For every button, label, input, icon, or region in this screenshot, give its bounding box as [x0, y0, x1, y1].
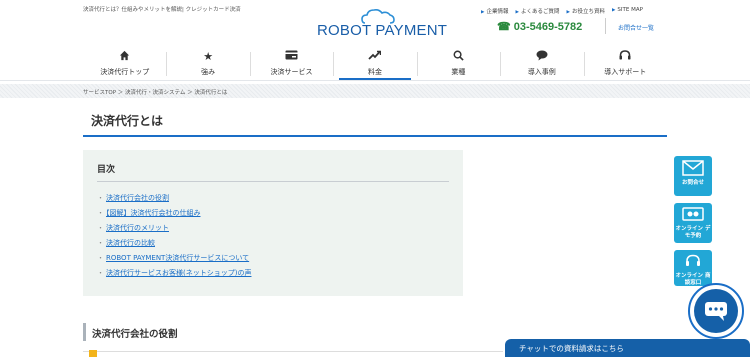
- top-link-company[interactable]: ▶ 企業情報: [481, 7, 508, 15]
- chart-trend-icon: [333, 50, 416, 64]
- logo-text: ROBOT PAYMENT: [317, 22, 448, 39]
- divider: [0, 80, 750, 81]
- toc-list: 決済代行会社の役割 【図解】決済代行会社の仕組み 決済代行のメリット 決済代行の…: [97, 191, 251, 281]
- list-item: 【図解】決済代行会社の仕組み: [97, 206, 251, 221]
- toc-link-voices[interactable]: 決済代行サービスお客様(ネットショップ)の声: [106, 269, 251, 277]
- breadcrumb: サービスTOP ＞ 決済代行・決済システム ＞ 決済代行とは: [83, 90, 228, 96]
- contact-side-button[interactable]: お問合せ: [674, 156, 712, 196]
- top-link-faq[interactable]: ▶ よくあるご質問: [515, 7, 559, 15]
- nav-item-support[interactable]: 導入サポート: [583, 48, 667, 80]
- top-link-resources[interactable]: ▶ お役立ち資料: [566, 7, 604, 15]
- nav-item-services[interactable]: 決済サービス: [249, 48, 333, 80]
- top-links: ▶ 企業情報 ▶ よくあるご質問 ▶ お役立ち資料 ▶ SITE MAP: [481, 7, 643, 15]
- list-item: 決済代行会社の役割: [97, 191, 251, 206]
- divider: [605, 18, 606, 34]
- chat-label: チャットでの資料請求はこちら: [519, 344, 624, 353]
- phone-number[interactable]: ☎ 03-5469-5782: [497, 20, 582, 33]
- page-title: 決済代行とは: [91, 114, 164, 128]
- phone-icon: ☎: [497, 21, 511, 33]
- search-icon: [417, 50, 500, 64]
- toc-link-merits[interactable]: 決済代行のメリット: [106, 224, 169, 232]
- chat-request-bar[interactable]: チャットでの資料請求はこちら: [505, 339, 750, 357]
- chat-icon: [694, 289, 738, 333]
- toc-link-comparison[interactable]: 決済代行の比較: [106, 239, 155, 247]
- top-link-sitemap[interactable]: ▶ SITE MAP: [612, 7, 643, 15]
- comment-icon: [500, 50, 583, 64]
- list-item: ROBOT PAYMENT決済代行サービスについて: [97, 251, 251, 266]
- list-item: 決済代行の比較: [97, 236, 251, 251]
- video-icon: [674, 207, 712, 226]
- nav-item-cases[interactable]: 導入事例: [500, 48, 583, 80]
- chat-open-button[interactable]: [688, 283, 744, 339]
- nav-item-top[interactable]: 決済代行トップ: [83, 48, 166, 80]
- demo-side-button[interactable]: オンライン デモ予約: [674, 203, 712, 243]
- consult-side-button[interactable]: オンライン 商談窓口: [674, 250, 712, 286]
- star-icon: ★: [203, 50, 214, 63]
- home-icon: [83, 50, 166, 64]
- headset-icon: [674, 254, 712, 273]
- robot-payment-logo[interactable]: ROBOT PAYMENT: [317, 8, 447, 40]
- global-nav: 決済代行トップ ★ 強み 決済サービス 料金 業種 導入事例 導入サポート: [83, 48, 667, 80]
- section-title: 決済代行会社の役割: [92, 329, 178, 340]
- title-underline: [83, 135, 667, 137]
- list-item: 決済代行のメリット: [97, 221, 251, 236]
- card-icon: [250, 50, 333, 64]
- divider: [97, 181, 449, 182]
- nav-item-strengths[interactable]: ★ 強み: [166, 48, 249, 80]
- toc-link-mechanism[interactable]: 【図解】決済代行会社の仕組み: [106, 209, 201, 217]
- headset-icon: [584, 50, 667, 64]
- toc-link-role[interactable]: 決済代行会社の役割: [106, 194, 169, 202]
- section-accent: [89, 350, 97, 357]
- site-tagline: 決済代行とは？仕組みやメリットを解説| クレジットカード決済: [83, 7, 241, 13]
- divider: [83, 351, 503, 352]
- mail-icon: [674, 160, 712, 180]
- toc-link-service[interactable]: ROBOT PAYMENT決済代行サービスについて: [106, 254, 249, 262]
- table-of-contents: 目次 決済代行会社の役割 【図解】決済代行会社の仕組み 決済代行のメリット 決済…: [83, 150, 463, 296]
- nav-item-industries[interactable]: 業種: [416, 48, 500, 80]
- section-marker: [83, 323, 86, 341]
- toc-heading: 目次: [97, 165, 116, 175]
- nav-item-pricing[interactable]: 料金: [333, 48, 416, 80]
- contact-list-link[interactable]: お問合せ一覧: [618, 23, 654, 32]
- list-item: 決済代行サービスお客様(ネットショップ)の声: [97, 266, 251, 281]
